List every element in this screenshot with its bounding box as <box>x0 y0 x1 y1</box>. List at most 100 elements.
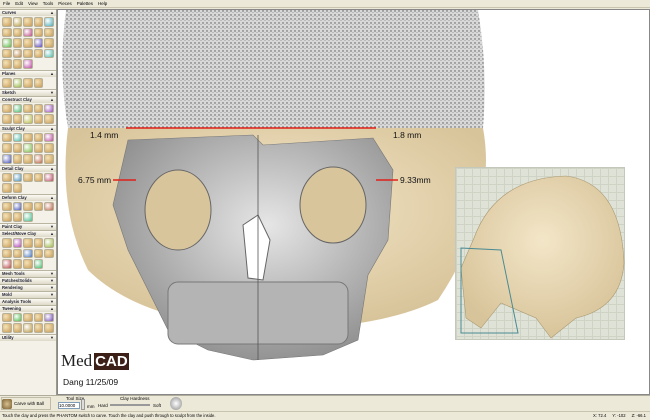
collapse-arrow-icon[interactable]: ▲ <box>50 166 54 172</box>
section-header-tweening[interactable]: Tweening ▲ <box>0 304 56 312</box>
tool-icon[interactable] <box>23 172 33 183</box>
tool-icon[interactable] <box>44 153 54 164</box>
collapse-arrow-icon[interactable]: ▲ <box>50 231 54 237</box>
tool-icon[interactable] <box>12 38 23 48</box>
tool-icon[interactable] <box>2 17 12 27</box>
tool-icon[interactable] <box>44 48 54 59</box>
tool-icon[interactable] <box>33 132 44 143</box>
menu-view[interactable]: View <box>28 0 38 7</box>
collapse-arrow-icon[interactable]: ▼ <box>50 271 54 277</box>
tool-icon[interactable] <box>23 114 33 124</box>
tool-icon[interactable] <box>12 237 23 248</box>
tool-icon[interactable] <box>2 323 12 333</box>
section-header-mold[interactable]: Mold ▼ <box>0 290 56 298</box>
collapse-arrow-icon[interactable]: ▲ <box>50 97 54 103</box>
tool-icon[interactable] <box>2 27 12 38</box>
tool-icon[interactable] <box>33 172 44 183</box>
tool-icon[interactable] <box>44 172 54 183</box>
tool-icon[interactable] <box>44 201 54 212</box>
collapse-arrow-icon[interactable]: ▼ <box>50 285 54 291</box>
collapse-arrow-icon[interactable]: ▲ <box>50 10 54 16</box>
tool-icon[interactable] <box>23 153 33 164</box>
tool-icon[interactable] <box>33 48 44 59</box>
tool-icon[interactable] <box>44 132 54 143</box>
tool-icon[interactable] <box>23 323 33 333</box>
section-header-analysis-tools[interactable]: Analysis Tools ▼ <box>0 297 56 305</box>
tool-size-spinner[interactable] <box>81 399 85 410</box>
3d-viewport[interactable]: 1.4 mm 1.8 mm 6.75 mm 9.33mm Med CAD Dang… <box>57 9 650 395</box>
tool-icon[interactable] <box>23 237 33 248</box>
collapse-arrow-icon[interactable]: ▲ <box>50 71 54 77</box>
tool-icon[interactable] <box>2 153 12 164</box>
tool-icon[interactable] <box>33 312 44 323</box>
menu-help[interactable]: Help <box>98 0 107 7</box>
tool-icon[interactable] <box>23 248 33 259</box>
collapse-arrow-icon[interactable]: ▼ <box>50 335 54 341</box>
collapse-arrow-icon[interactable]: ▼ <box>50 299 54 305</box>
tool-icon[interactable] <box>44 103 54 114</box>
tool-icon[interactable] <box>2 312 12 323</box>
tool-icon[interactable] <box>23 17 33 27</box>
tool-icon[interactable] <box>44 114 54 124</box>
carve-ball-button[interactable]: Carve with Ball <box>1 397 51 410</box>
tool-icon[interactable] <box>12 201 23 212</box>
tool-icon[interactable] <box>12 259 23 269</box>
tool-icon[interactable] <box>12 59 23 69</box>
tool-icon[interactable] <box>23 259 33 269</box>
tool-icon[interactable] <box>33 77 44 88</box>
collapse-arrow-icon[interactable]: ▼ <box>50 278 54 284</box>
collapse-arrow-icon[interactable]: ▼ <box>50 90 54 96</box>
tool-icon[interactable] <box>23 77 33 88</box>
tool-icon[interactable] <box>12 77 23 88</box>
tool-icon[interactable] <box>2 248 12 259</box>
phantom-device-icon[interactable] <box>170 397 182 410</box>
tool-icon[interactable] <box>12 312 23 323</box>
section-header-deform-clay[interactable]: Deform Clay ▲ <box>0 193 56 201</box>
tool-icon[interactable] <box>2 201 12 212</box>
tool-icon[interactable] <box>2 237 12 248</box>
tool-icon[interactable] <box>23 48 33 59</box>
tool-icon[interactable] <box>33 323 44 333</box>
tool-icon[interactable] <box>33 103 44 114</box>
tool-icon[interactable] <box>33 248 44 259</box>
section-header-utility[interactable]: Utility ▼ <box>0 333 56 341</box>
section-header-planes[interactable]: Planes ▲ <box>0 69 56 77</box>
section-header-sculpt-clay[interactable]: Sculpt Clay ▲ <box>0 124 56 132</box>
tool-icon[interactable] <box>2 183 12 193</box>
tool-icon[interactable] <box>33 27 44 38</box>
tool-icon[interactable] <box>33 237 44 248</box>
tool-icon[interactable] <box>12 48 23 59</box>
tool-icon[interactable] <box>12 114 23 124</box>
section-header-mesh-tools[interactable]: Mesh Tools ▼ <box>0 269 56 277</box>
tool-icon[interactable] <box>23 201 33 212</box>
tool-icon[interactable] <box>33 153 44 164</box>
tool-icon[interactable] <box>12 172 23 183</box>
tool-icon[interactable] <box>2 259 12 269</box>
tool-icon[interactable] <box>12 248 23 259</box>
tool-icon[interactable] <box>33 114 44 124</box>
menu-file[interactable]: File <box>3 0 10 7</box>
tool-icon[interactable] <box>44 248 54 259</box>
tool-icon[interactable] <box>2 212 12 222</box>
tool-icon[interactable] <box>2 143 12 153</box>
collapse-arrow-icon[interactable]: ▼ <box>50 224 54 230</box>
tool-icon[interactable] <box>12 27 23 38</box>
tool-icon[interactable] <box>2 103 12 114</box>
menu-tools[interactable]: Tools <box>43 0 54 7</box>
section-header-detail-clay[interactable]: Detail Clay ▲ <box>0 164 56 172</box>
tool-icon[interactable] <box>2 48 12 59</box>
tool-icon[interactable] <box>12 323 23 333</box>
tool-icon[interactable] <box>44 323 54 333</box>
tool-icon[interactable] <box>12 143 23 153</box>
tool-icon[interactable] <box>2 38 12 48</box>
tool-icon[interactable] <box>44 17 54 27</box>
tool-icon[interactable] <box>12 153 23 164</box>
menu-edit[interactable]: Edit <box>15 0 23 7</box>
section-header-paint-clay[interactable]: Paint Clay ▼ <box>0 222 56 230</box>
section-header-curves[interactable]: Curves ▲ <box>0 9 56 16</box>
tool-icon[interactable] <box>33 201 44 212</box>
tool-icon[interactable] <box>23 38 33 48</box>
tool-icon[interactable] <box>23 132 33 143</box>
menu-palettes[interactable]: Palettes <box>77 0 93 7</box>
tool-icon[interactable] <box>23 143 33 153</box>
